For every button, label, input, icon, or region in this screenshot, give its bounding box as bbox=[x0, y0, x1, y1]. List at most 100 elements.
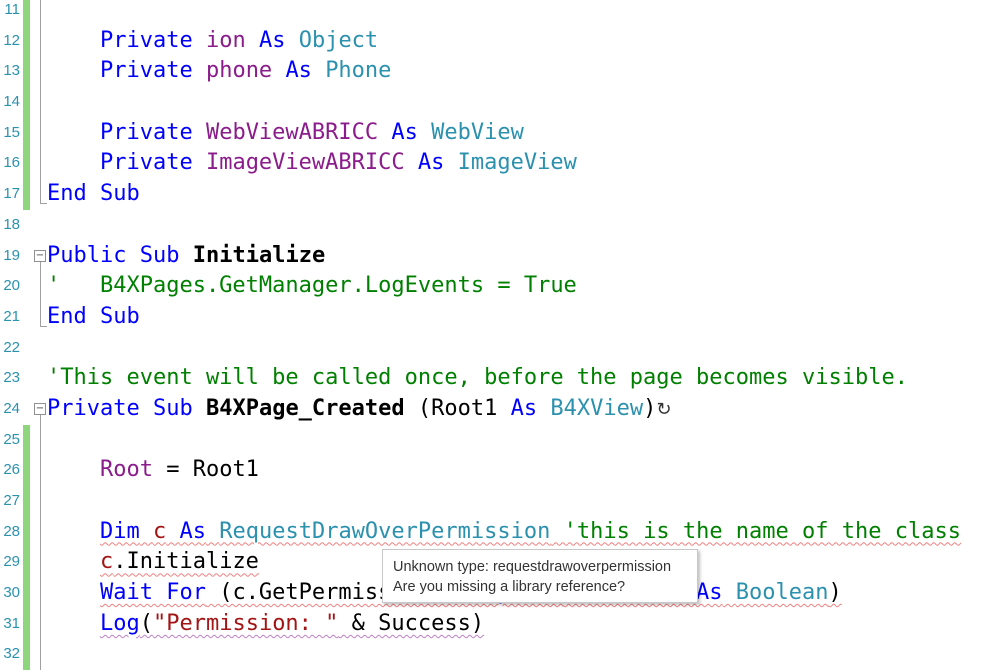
code-token: ) bbox=[643, 395, 657, 421]
code-token: Object bbox=[298, 27, 379, 53]
code-token: "Permission: " bbox=[152, 610, 339, 636]
change-marker bbox=[23, 179, 30, 210]
code-text: Log("Permission: " & Success) bbox=[47, 609, 484, 640]
fold-guide bbox=[40, 25, 41, 57]
fold-guide bbox=[40, 148, 41, 180]
code-text: Private ImageViewABRICC As ImageView bbox=[47, 148, 577, 179]
line-number: 18 bbox=[3, 215, 20, 233]
code-line[interactable]: 31 Log("Permission: " & Success) bbox=[0, 608, 1000, 640]
code-line[interactable]: 17 End Sub bbox=[0, 179, 1000, 210]
code-token: As bbox=[510, 395, 538, 421]
change-marker bbox=[23, 639, 30, 670]
line-number: 15 bbox=[3, 123, 20, 141]
code-line[interactable]: 28 Dim c As RequestDrawOverPermission 't… bbox=[0, 516, 1000, 548]
code-line[interactable]: 22 bbox=[0, 333, 1000, 364]
line-number: 25 bbox=[3, 430, 20, 448]
code-token: End Sub bbox=[47, 181, 140, 207]
fold-guide bbox=[40, 87, 41, 118]
code-token: Phone bbox=[325, 58, 392, 84]
change-marker bbox=[23, 486, 30, 517]
change-marker bbox=[23, 578, 30, 609]
code-line[interactable]: 19 − Public Sub Initialize bbox=[0, 241, 1000, 272]
code-line[interactable]: 12 Private ion As Object bbox=[0, 25, 1000, 57]
fold-guide bbox=[40, 608, 41, 640]
tooltip-line-2: Are you missing a library reference? bbox=[393, 579, 626, 595]
code-line[interactable]: 32 bbox=[0, 639, 1000, 670]
collapse-icon[interactable]: − bbox=[34, 402, 46, 415]
code-token: As bbox=[391, 119, 418, 145]
code-token: As bbox=[285, 58, 312, 84]
line-number: 23 bbox=[3, 369, 20, 387]
code-token: Private bbox=[47, 395, 140, 421]
code-line[interactable]: 23 'This event will be called once, befor… bbox=[0, 363, 1000, 394]
fold-guide bbox=[40, 56, 41, 88]
fold-guide bbox=[40, 117, 41, 149]
code-line[interactable]: 26 Root = Root1 bbox=[0, 455, 1000, 486]
code-line[interactable]: 21 End Sub bbox=[0, 301, 1000, 333]
code-token: B4XPage_Created bbox=[205, 395, 405, 421]
code-line[interactable]: 20 ' B4XPages.GetManager.LogEvents = True bbox=[0, 271, 1000, 302]
code-token: Private bbox=[99, 27, 193, 53]
code-line[interactable]: 16 Private ImageViewABRICC As ImageView bbox=[0, 148, 1000, 180]
change-marker bbox=[23, 516, 30, 548]
code-token: Private bbox=[99, 150, 193, 176]
change-marker bbox=[23, 117, 30, 149]
code-token: ' B4XPages.GetManager.LogEvents = True bbox=[47, 273, 577, 299]
change-marker bbox=[23, 0, 30, 26]
code-token: As bbox=[258, 27, 286, 53]
line-number: 26 bbox=[3, 461, 20, 479]
code-token: WebViewABRICC bbox=[205, 119, 379, 145]
code-text: Root = Root1 bbox=[47, 455, 259, 486]
code-token: Private bbox=[99, 58, 193, 84]
code-line[interactable]: 11 bbox=[0, 0, 1000, 26]
change-marker bbox=[23, 424, 30, 456]
code-line[interactable]: 24 − Private Sub B4XPage_Created (Root1 As… bbox=[0, 394, 1000, 425]
code-text: End Sub bbox=[47, 302, 140, 333]
code-token: ) bbox=[828, 580, 842, 606]
line-number: 19 bbox=[3, 246, 20, 264]
code-line[interactable]: 14 bbox=[0, 87, 1000, 118]
code-token: c bbox=[152, 518, 167, 544]
code-line[interactable]: 13 Private phone As Phone bbox=[0, 56, 1000, 88]
line-number: 28 bbox=[3, 522, 20, 540]
code-line[interactable]: 25 bbox=[0, 424, 1000, 456]
error-tooltip: Unknown type: requestdrawoverpermission … bbox=[382, 549, 698, 603]
code-line[interactable]: 18 bbox=[0, 210, 1000, 241]
collapse-icon[interactable]: − bbox=[34, 249, 46, 262]
code-token: = Root1 bbox=[152, 457, 259, 483]
restore-icon[interactable]: ↻ bbox=[656, 399, 671, 420]
code-token: As bbox=[417, 150, 445, 176]
change-marker bbox=[23, 87, 30, 118]
code-line[interactable]: 15 Private WebViewABRICC As WebView bbox=[0, 117, 1000, 149]
fold-guide bbox=[40, 271, 41, 302]
line-number: 13 bbox=[3, 62, 20, 80]
code-token: Sub bbox=[152, 395, 193, 421]
code-token: Initialize bbox=[192, 242, 326, 268]
code-text: c.Initialize bbox=[47, 547, 259, 578]
code-token: As bbox=[696, 580, 723, 606]
code-token: As bbox=[179, 518, 206, 544]
code-token: Boolean bbox=[735, 580, 829, 606]
line-number: 30 bbox=[3, 584, 20, 602]
code-token: ImageViewABRICC bbox=[205, 150, 405, 176]
code-token: B4XView bbox=[550, 395, 644, 421]
code-text: 'This event will be called once, before … bbox=[47, 363, 908, 394]
code-line[interactable]: 27 bbox=[0, 486, 1000, 517]
